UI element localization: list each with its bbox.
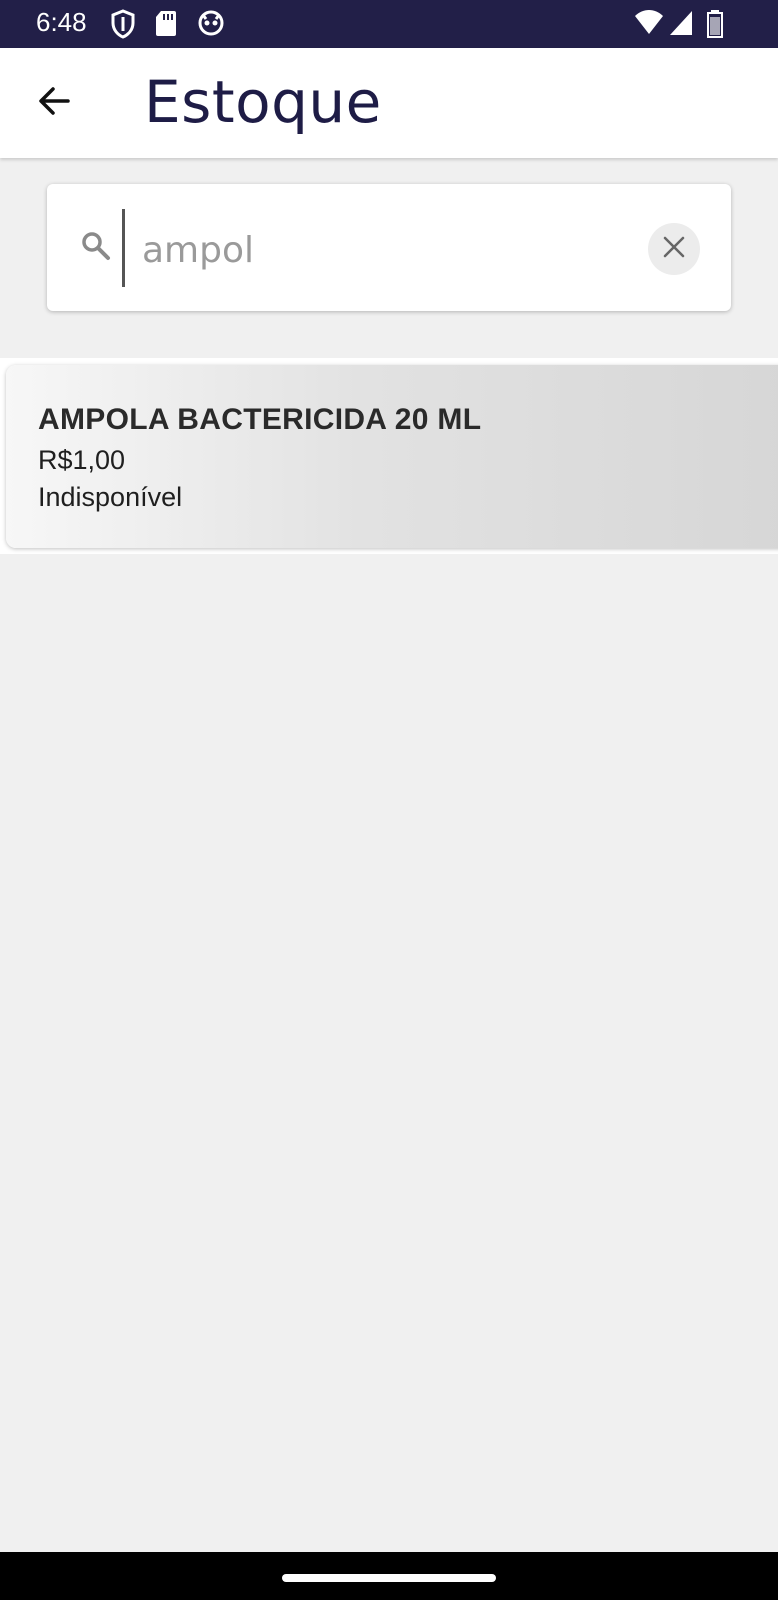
wifi-icon bbox=[634, 9, 664, 41]
close-icon bbox=[661, 234, 687, 264]
navigation-bar bbox=[0, 1552, 778, 1600]
product-price: R$1,00 bbox=[38, 445, 126, 475]
search-input[interactable] bbox=[140, 214, 624, 286]
status-time: 6:48 bbox=[36, 7, 87, 37]
search-icon bbox=[80, 230, 112, 266]
home-gesture-handle[interactable] bbox=[282, 1574, 496, 1582]
signal-icon bbox=[668, 9, 694, 41]
clear-search-button[interactable] bbox=[648, 223, 700, 275]
list-item[interactable]: AMPOLA BACTERICIDA 20 ML R$1,00 Indispon… bbox=[6, 365, 778, 548]
status-bar: 6:48 bbox=[0, 0, 778, 48]
sd-card-icon bbox=[155, 9, 177, 41]
battery-icon bbox=[706, 9, 724, 43]
text-cursor bbox=[122, 209, 125, 287]
cat-face-icon bbox=[197, 9, 225, 41]
page-title: Estoque bbox=[144, 68, 382, 136]
product-availability: Indisponível bbox=[38, 482, 183, 512]
product-name: AMPOLA BACTERICIDA 20 ML bbox=[38, 403, 482, 436]
app-bar: Estoque bbox=[0, 48, 778, 158]
back-button[interactable] bbox=[26, 75, 82, 131]
arrow-left-icon bbox=[34, 81, 74, 125]
shield-icon bbox=[110, 9, 136, 43]
